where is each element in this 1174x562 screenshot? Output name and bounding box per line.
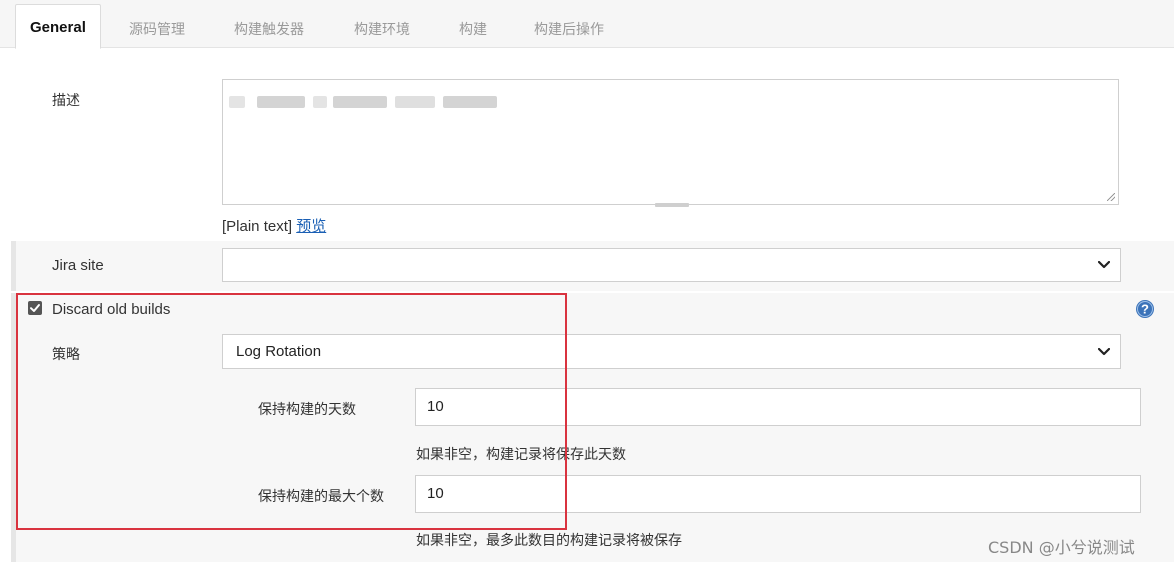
tab-post-build[interactable]: 构建后操作 xyxy=(534,19,604,39)
check-icon xyxy=(30,304,40,312)
blurred-text xyxy=(229,96,245,108)
svg-text:?: ? xyxy=(1141,302,1149,317)
days-to-keep-hint: 如果非空，构建记录将保存此天数 xyxy=(416,447,626,463)
tab-source-control[interactable]: 源码管理 xyxy=(129,19,185,39)
jira-site-label: Jira site xyxy=(52,257,104,274)
tab-build-triggers[interactable]: 构建触发器 xyxy=(234,19,304,39)
jira-site-select[interactable] xyxy=(222,248,1121,282)
description-format: [Plain text] 预览 xyxy=(222,215,326,236)
days-to-keep-input[interactable]: 10 xyxy=(415,388,1141,426)
resize-handle-icon[interactable] xyxy=(1107,193,1115,201)
plain-text-label: [Plain text] xyxy=(222,218,293,235)
blurred-text xyxy=(313,96,327,108)
description-label: 描述 xyxy=(52,93,80,109)
description-textarea[interactable] xyxy=(222,79,1119,207)
max-builds-hint: 如果非空，最多此数目的构建记录将被保存 xyxy=(416,533,682,549)
discard-old-builds-checkbox[interactable] xyxy=(28,301,42,315)
strategy-select[interactable]: Log Rotation xyxy=(222,334,1121,369)
strategy-label: 策略 xyxy=(52,347,80,363)
tab-build[interactable]: 构建 xyxy=(459,19,487,39)
tab-build-environment[interactable]: 构建环境 xyxy=(354,19,410,39)
discard-old-builds-label: Discard old builds xyxy=(52,301,171,318)
blurred-text xyxy=(443,96,497,108)
blurred-text xyxy=(333,96,387,108)
strategy-value: Log Rotation xyxy=(236,343,322,360)
days-to-keep-label: 保持构建的天数 xyxy=(258,402,356,418)
blurred-text xyxy=(395,96,435,108)
tab-bar: General 源码管理 构建触发器 构建环境 构建 构建后操作 xyxy=(0,0,1174,49)
preview-link[interactable]: 预览 xyxy=(296,218,326,235)
max-builds-label: 保持构建的最大个数 xyxy=(258,489,384,505)
watermark: CSDN @小兮说测试 xyxy=(988,538,1135,557)
max-builds-input[interactable]: 10 xyxy=(415,475,1141,513)
tab-general[interactable]: General xyxy=(15,4,101,49)
chevron-down-icon xyxy=(1098,261,1110,269)
chevron-down-icon xyxy=(1098,347,1110,355)
textarea-grip[interactable] xyxy=(655,203,689,207)
help-icon[interactable]: ? xyxy=(1135,299,1155,319)
blurred-text xyxy=(257,96,305,108)
